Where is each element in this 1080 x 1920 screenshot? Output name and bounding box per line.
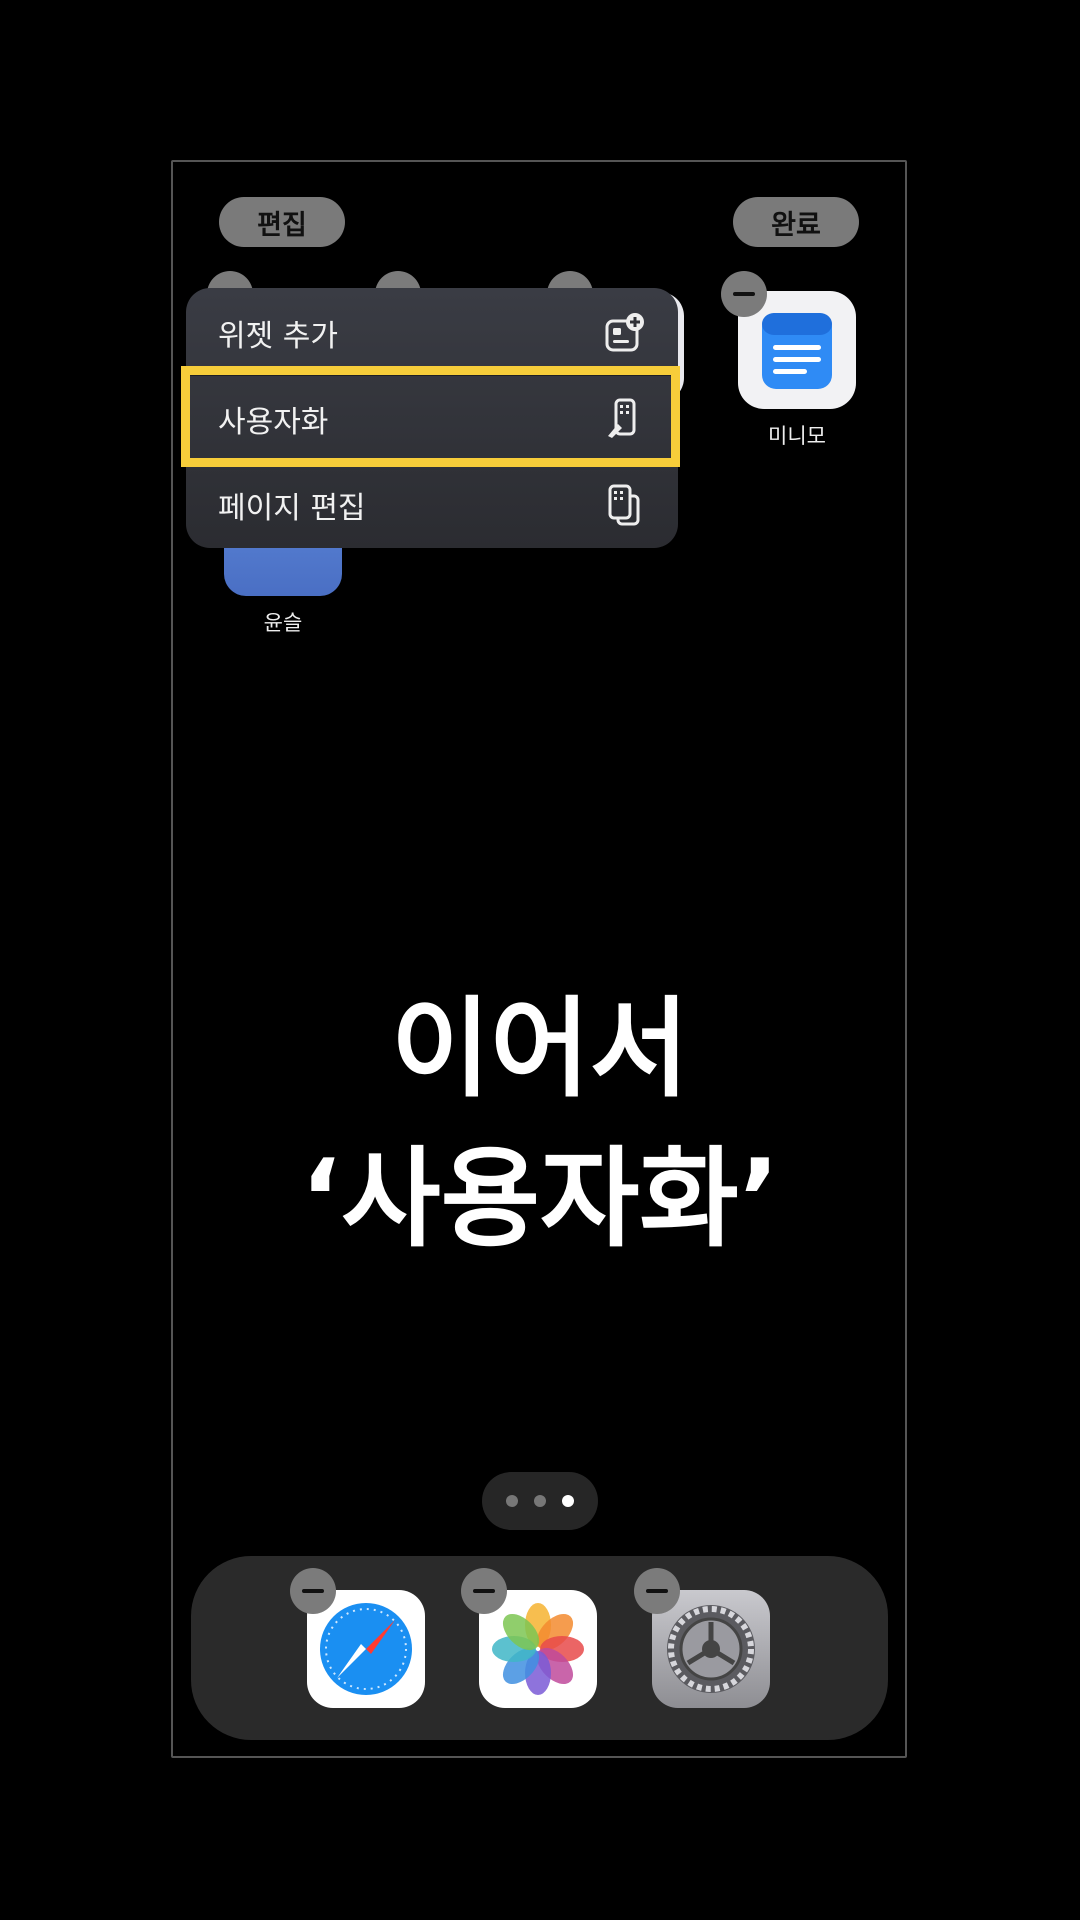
remove-app-minus-icon[interactable] [634,1568,680,1614]
highlight-box [181,366,680,467]
menu-item-label: 위젯 추가 [218,319,338,354]
edit-pages-icon [608,484,640,526]
menu-item-edit-pages[interactable]: 페이지 편집 [186,462,678,548]
page-indicator[interactable] [482,1472,598,1530]
caption-line-1: 이어서 [390,987,690,1112]
edit-button[interactable]: 편집 [219,197,345,247]
app-label: 윤슬 [263,611,303,635]
app-label: 미니모 [768,424,826,448]
page-dot [534,1495,546,1507]
done-button[interactable]: 완료 [733,197,859,247]
remove-app-minus-icon[interactable] [290,1568,336,1614]
page-dot-current [562,1495,574,1507]
caption-line-2: ‘사용자화’ [300,1137,780,1262]
page-dot [506,1495,518,1507]
widget-add-icon [605,313,644,352]
remove-app-minus-icon[interactable] [721,271,767,317]
menu-item-label: 페이지 편집 [218,491,366,526]
remove-app-minus-icon[interactable] [461,1568,507,1614]
menu-item-add-widget[interactable]: 위젯 추가 [186,290,678,376]
